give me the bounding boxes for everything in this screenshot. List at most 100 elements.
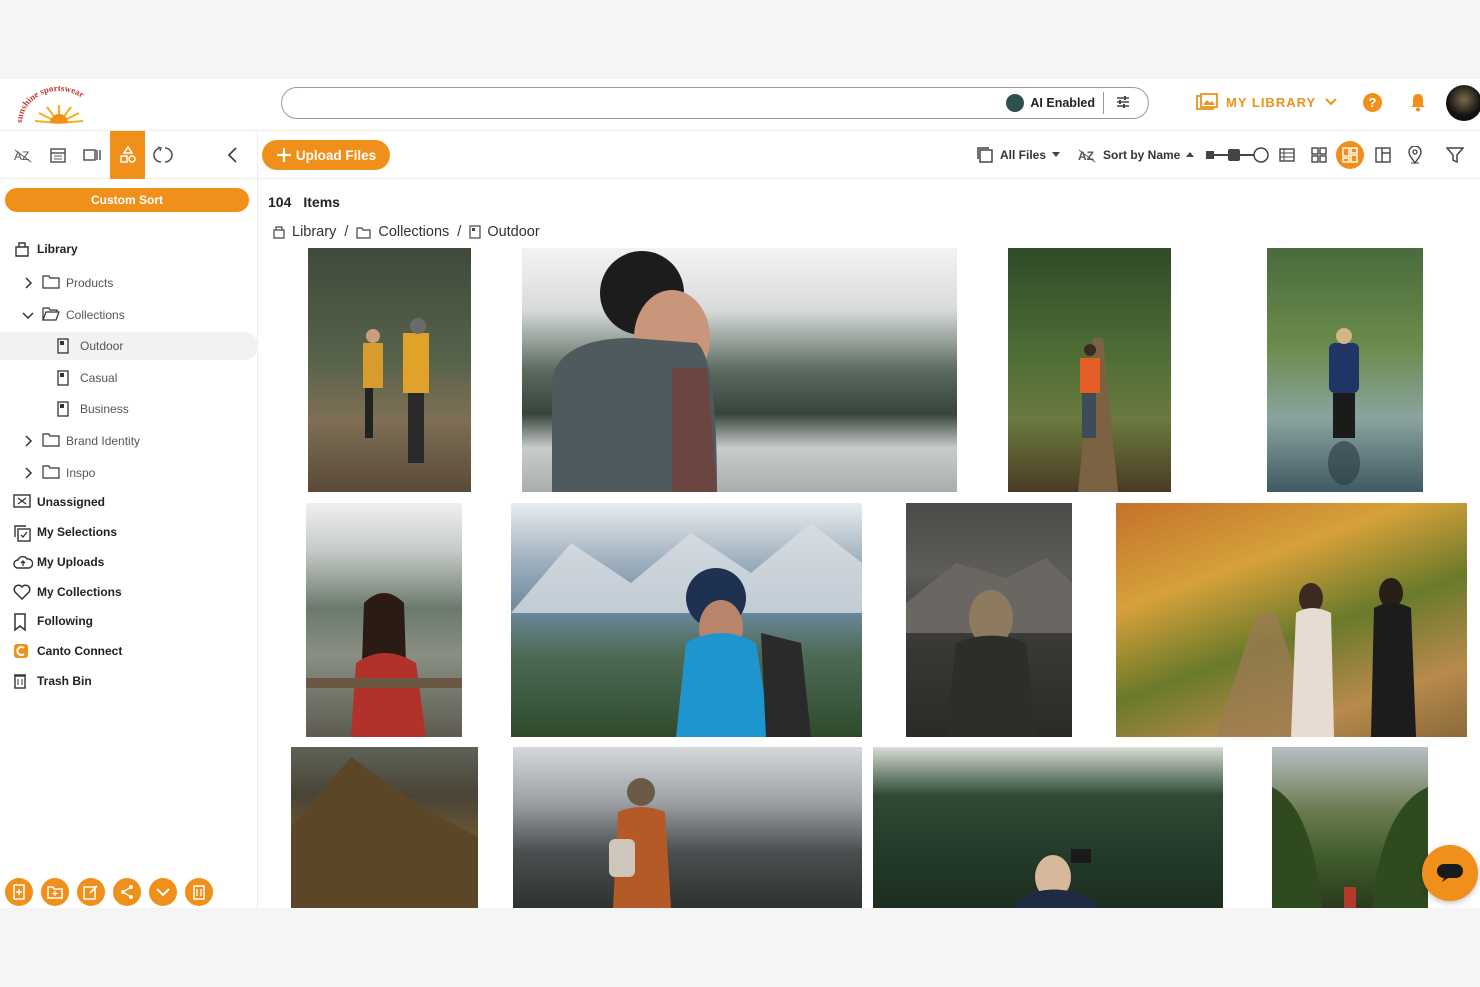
search-settings-icon[interactable]: [1116, 95, 1130, 109]
asset-thumbnail[interactable]: [873, 747, 1223, 908]
notification-bell-icon[interactable]: [1409, 93, 1427, 112]
bottom-action-bar: [5, 878, 213, 906]
edit-icon[interactable]: [77, 878, 105, 906]
asset-thumbnail[interactable]: [906, 503, 1072, 737]
sidebar-item-canto-connect[interactable]: Canto Connect: [0, 637, 258, 665]
files-stack-icon: [977, 147, 993, 163]
bookmark-icon: [13, 613, 31, 632]
sidebar-item-label: Casual: [80, 371, 118, 385]
collection-doc-icon: [469, 225, 481, 239]
top-bar: sunshine sportswear AI Enabled MY LIBRAR…: [0, 79, 1480, 131]
breadcrumb-separator: /: [457, 224, 462, 240]
search-input[interactable]: [296, 92, 996, 114]
list-view-icon[interactable]: [1273, 141, 1301, 169]
asset-thumbnail[interactable]: [306, 503, 462, 737]
grid-view-icon[interactable]: [1305, 141, 1333, 169]
collapse-sidebar-icon[interactable]: [214, 131, 249, 179]
sidebar-item-label: My Collections: [37, 585, 122, 599]
sidebar-item-label: Library: [37, 242, 78, 256]
caret-up-icon: [1186, 152, 1195, 157]
heart-icon: [13, 584, 31, 601]
sidebar-item-library[interactable]: Library: [0, 235, 258, 263]
ai-enabled-label: AI Enabled: [1030, 96, 1095, 110]
breadcrumb-separator: /: [344, 224, 349, 240]
asset-thumbnail[interactable]: [522, 248, 957, 492]
sidebar-item-brand-identity[interactable]: Brand Identity: [0, 427, 258, 455]
add-document-icon[interactable]: [5, 878, 33, 906]
collection-doc-icon: [56, 338, 74, 354]
logo-text: sunshine sportswear: [14, 83, 86, 123]
asset-thumbnail[interactable]: [1267, 248, 1423, 492]
content-toolbar: Upload Files All Files AZ Sort by Name: [259, 131, 1480, 179]
asset-thumbnail[interactable]: [1116, 503, 1467, 737]
chevron-down-icon[interactable]: [22, 309, 34, 321]
download-icon[interactable]: [149, 878, 177, 906]
sort-by-name-dropdown[interactable]: AZ Sort by Name: [1077, 146, 1195, 164]
my-library-label: MY LIBRARY: [1226, 94, 1317, 110]
brand-logo[interactable]: sunshine sportswear: [14, 83, 104, 127]
asset-thumbnail[interactable]: [291, 747, 478, 908]
sidebar-item-collections[interactable]: Collections: [0, 301, 258, 329]
chevron-down-icon: [1325, 98, 1337, 106]
calendar-icon[interactable]: [40, 131, 75, 179]
asset-thumbnail[interactable]: [308, 248, 471, 492]
asset-thumbnail[interactable]: [513, 747, 862, 908]
sidebar-item-label: Collections: [66, 308, 125, 322]
sidebar-item-label: Trash Bin: [37, 674, 92, 688]
breadcrumb-outdoor[interactable]: Outdoor: [487, 224, 539, 240]
sidebar-item-my-selections[interactable]: My Selections: [0, 518, 258, 546]
sort-az-icon[interactable]: AZ: [5, 131, 40, 179]
selections-icon: [13, 524, 31, 542]
sidebar-item-inspo[interactable]: Inspo: [0, 459, 258, 487]
svg-text:sunshine sportswear: sunshine sportswear: [14, 83, 86, 123]
sidebar-item-business[interactable]: Business: [0, 395, 258, 423]
ai-toggle[interactable]: AI Enabled: [1006, 92, 1104, 114]
sidebar-item-casual[interactable]: Casual: [0, 364, 258, 392]
refresh-icon[interactable]: [145, 131, 180, 179]
filter-icon[interactable]: [1441, 141, 1469, 169]
sidebar-item-my-collections[interactable]: My Collections: [0, 578, 258, 606]
asset-thumbnail[interactable]: [1272, 747, 1428, 908]
folder-icon: [42, 275, 60, 291]
asset-thumbnail[interactable]: [511, 503, 862, 737]
plus-icon: [276, 148, 291, 162]
sort-by-name-label: Sort by Name: [1103, 148, 1181, 162]
chat-support-button[interactable]: [1422, 845, 1478, 901]
split-view-icon[interactable]: [1369, 141, 1397, 169]
sidebar-item-trash-bin[interactable]: Trash Bin: [0, 667, 258, 695]
breadcrumb-library[interactable]: Library: [292, 224, 336, 240]
my-library-dropdown[interactable]: MY LIBRARY: [1196, 93, 1338, 111]
delete-icon[interactable]: [185, 878, 213, 906]
share-icon[interactable]: [113, 878, 141, 906]
asset-thumbnail[interactable]: [1008, 248, 1171, 492]
map-pin-icon[interactable]: [1401, 141, 1429, 169]
help-icon[interactable]: ?: [1363, 93, 1382, 112]
thumbnail-size-slider[interactable]: [1204, 147, 1274, 163]
library-images-icon: [1196, 93, 1218, 110]
upload-files-button[interactable]: Upload Files: [262, 140, 390, 170]
filmstrip-icon[interactable]: [75, 131, 110, 179]
sidebar-item-label: My Uploads: [37, 555, 105, 569]
sidebar-item-unassigned[interactable]: Unassigned: [0, 488, 258, 516]
sidebar-item-my-uploads[interactable]: My Uploads: [0, 548, 258, 576]
shapes-icon[interactable]: [110, 131, 145, 179]
sidebar-item-label: Inspo: [66, 466, 96, 480]
add-folder-icon[interactable]: [41, 878, 69, 906]
sidebar-item-following[interactable]: Following: [0, 607, 258, 635]
unassigned-icon: [13, 494, 31, 510]
chevron-right-icon[interactable]: [22, 277, 34, 289]
sidebar-item-label: Canto Connect: [37, 644, 123, 658]
breadcrumb-collections[interactable]: Collections: [378, 224, 449, 240]
custom-sort-button[interactable]: Custom Sort: [5, 188, 249, 212]
sidebar-item-products[interactable]: Products: [0, 269, 258, 297]
folder-open-icon: [42, 307, 60, 323]
library-icon: [273, 226, 285, 239]
item-count-number: 104: [268, 194, 292, 210]
sidebar-item-outdoor[interactable]: Outdoor: [0, 332, 258, 360]
masonry-view-icon[interactable]: [1336, 141, 1364, 169]
chevron-right-icon[interactable]: [22, 467, 34, 479]
user-avatar[interactable]: [1446, 85, 1480, 121]
all-files-dropdown[interactable]: All Files: [976, 146, 1061, 164]
chevron-right-icon[interactable]: [22, 435, 34, 447]
search-bar[interactable]: AI Enabled: [281, 87, 1149, 119]
